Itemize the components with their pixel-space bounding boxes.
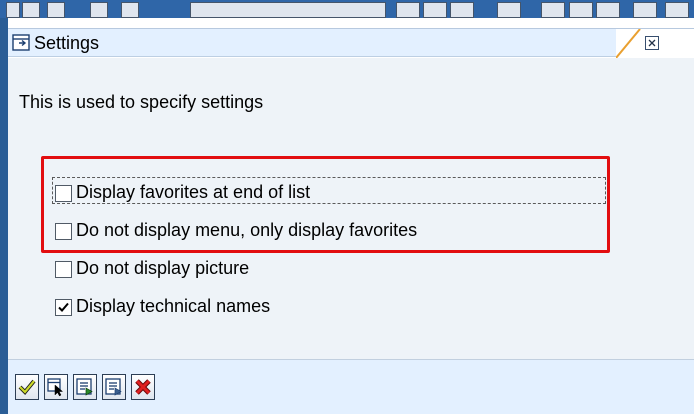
select-button[interactable] [44,374,68,400]
background-toolbar-button [633,2,657,18]
settings-dialog: Settings This is used to specify setting… [0,18,694,414]
confirm-button[interactable] [15,374,39,400]
background-toolbar-button [450,2,474,18]
background-toolbar-button [423,2,447,18]
background-toolbar-button [569,2,593,18]
background-toolbar-button [90,2,108,18]
background-toolbar-field [190,2,386,18]
select-icon [47,378,64,397]
dialog-window-icon [12,34,31,52]
checkmark-icon [58,302,69,312]
cancel-icon [135,379,151,395]
dialog-titlebar[interactable]: Settings [8,28,694,58]
close-icon[interactable] [645,36,659,50]
dialog-footer [8,359,694,414]
background-toolbar-button [22,2,40,18]
checkbox-technical-names[interactable] [55,299,72,316]
document-add-button[interactable] [73,374,97,400]
background-toolbar-button [497,2,521,18]
background-toolbar-button [541,2,565,18]
background-toolbar-button [665,2,689,18]
dialog-title: Settings [34,33,100,53]
document-list-button[interactable] [102,374,126,400]
background-toolbar-button [396,2,420,18]
background-toolbar-button [47,2,65,18]
background-toolbar-button [6,2,20,18]
document-add-icon [76,378,93,396]
highlight-annotation [41,156,610,253]
option-label: Do not display picture [76,258,250,278]
checkmark-icon [18,379,36,395]
option-label: Display technical names [76,296,271,316]
background-toolbar-button [596,2,620,18]
document-list-icon [105,378,122,396]
background-toolbar-button [121,2,139,18]
checkbox-no-picture[interactable] [55,261,72,278]
cancel-button[interactable] [131,374,155,400]
dialog-description: This is used to specify settings [19,92,264,112]
dialog-content: This is used to specify settings Display… [8,58,694,359]
